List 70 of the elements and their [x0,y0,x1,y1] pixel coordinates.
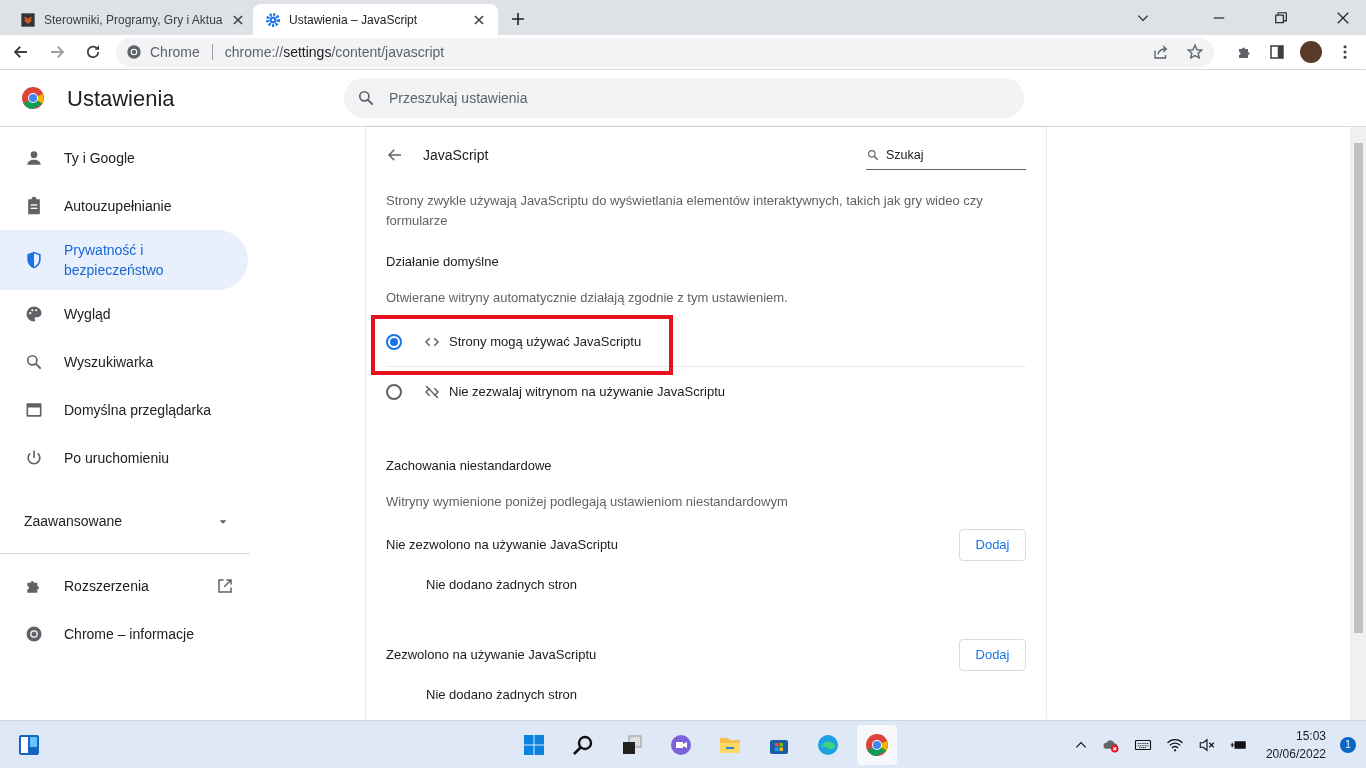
subsection-subtitle: Otwierane witryny automatycznie działają zgodnie z tym ustawieniem. [386,288,789,307]
empty-list-text: Nie dodano żadnych stron [425,686,579,704]
notification-badge[interactable]: 1 [1340,736,1356,753]
gear-icon [265,11,281,28]
reload-icon[interactable] [84,43,102,61]
settings-search-field[interactable]: Przeszukaj ustawienia [344,78,1024,118]
person-icon [24,148,44,168]
url-text: chrome://settings/content/javascript [224,42,445,62]
search-icon [356,88,376,108]
back-arrow-icon[interactable] [12,43,30,61]
search-icon[interactable] [571,733,595,757]
browser-window-icon [24,400,44,420]
browser-tab[interactable]: Ustawienia – JavaScript [253,4,498,35]
new-tab-icon[interactable] [510,11,526,27]
list-heading: Nie zezwolono na używanie JavaScriptu [386,536,618,555]
code-off-icon [423,382,441,401]
start-icon[interactable] [522,733,546,757]
add-button[interactable]: Dodaj [959,529,1026,561]
list-heading: Zezwolono na używanie JavaScriptu [386,646,597,665]
widgets-icon[interactable] [17,732,41,757]
chrome-logo-icon [126,44,142,60]
scrollbar-thumb[interactable] [1353,143,1363,633]
description-text: Strony zwykle używają JavaScriptu do wyświetlania elementów interaktywnych, takich jak gry wideo czy formularze [386,192,984,230]
option-label: Nie zezwalaj witrynom na używanie JavaScriptu [449,382,725,401]
site-favicon-icon [20,11,36,28]
close-icon[interactable] [230,12,245,27]
subsection-subtitle: Witryny wymienione poniżej podlegają ustawieniom niestandardowym [386,492,789,511]
restore-icon[interactable] [1274,10,1288,25]
sidebar-item[interactable]: Ty i Google [0,134,250,182]
sidebar-item[interactable]: Po uruchomieniu [0,434,250,482]
site-search-field[interactable]: Szukaj [866,140,1026,170]
shield-icon [24,250,44,270]
chrome-logo-icon [24,624,44,644]
tab-title: Sterowniki, Programy, Gry i Aktua [44,11,223,29]
sidebar-item[interactable]: Rozszerzenia [0,562,250,610]
option-label: Strony mogą używać JavaScriptu [449,333,642,352]
subsection-heading: Zachowania niestandardowe [386,457,553,475]
chrome-logo-icon [21,86,45,110]
section-title: JavaScript [423,145,490,165]
site-chip-label: Chrome [150,42,200,62]
task-view-icon[interactable] [620,733,644,757]
sidebar-item[interactable]: Chrome – informacje [0,610,250,658]
chrome-logo-icon[interactable] [865,733,889,757]
side-panel-icon[interactable] [1268,43,1286,61]
sidebar-item[interactable]: Domyślna przeglądarka [0,386,250,434]
subsection-heading: Działanie domyślne [386,253,500,271]
radio-button[interactable] [386,383,402,400]
close-icon[interactable] [1336,10,1350,25]
sidebar-item[interactable]: Autouzupełnianie [0,182,250,230]
address-bar[interactable]: Chrome chrome://settings/content/javascript [116,37,1214,67]
radio-button[interactable] [386,334,402,350]
scrollbar[interactable] [1350,127,1366,720]
back-arrow-icon[interactable] [386,146,404,164]
star-icon[interactable] [1186,43,1204,61]
close-icon[interactable] [472,12,486,27]
search-icon [866,148,880,162]
clock[interactable]: 15:03 20/06/2022 [1265,726,1326,763]
sidebar-item[interactable]: Wyszukiwarka [0,338,250,386]
sidebar-item[interactable]: Prywatność i bezpieczeństwo [0,230,248,290]
palette-icon [24,304,44,324]
search-icon [24,352,44,372]
page-title: Ustawienia [67,84,176,113]
share-icon[interactable] [1152,43,1170,61]
forward-arrow-icon[interactable] [48,43,66,61]
sidebar-item[interactable]: Wygląd [0,290,250,338]
empty-list-text: Nie dodano żadnych stron [425,576,579,594]
tab-title: Ustawienia – JavaScript [289,11,419,29]
add-button[interactable]: Dodaj [959,639,1026,671]
video-chat-icon[interactable] [669,733,693,757]
avatar[interactable] [1300,41,1322,63]
